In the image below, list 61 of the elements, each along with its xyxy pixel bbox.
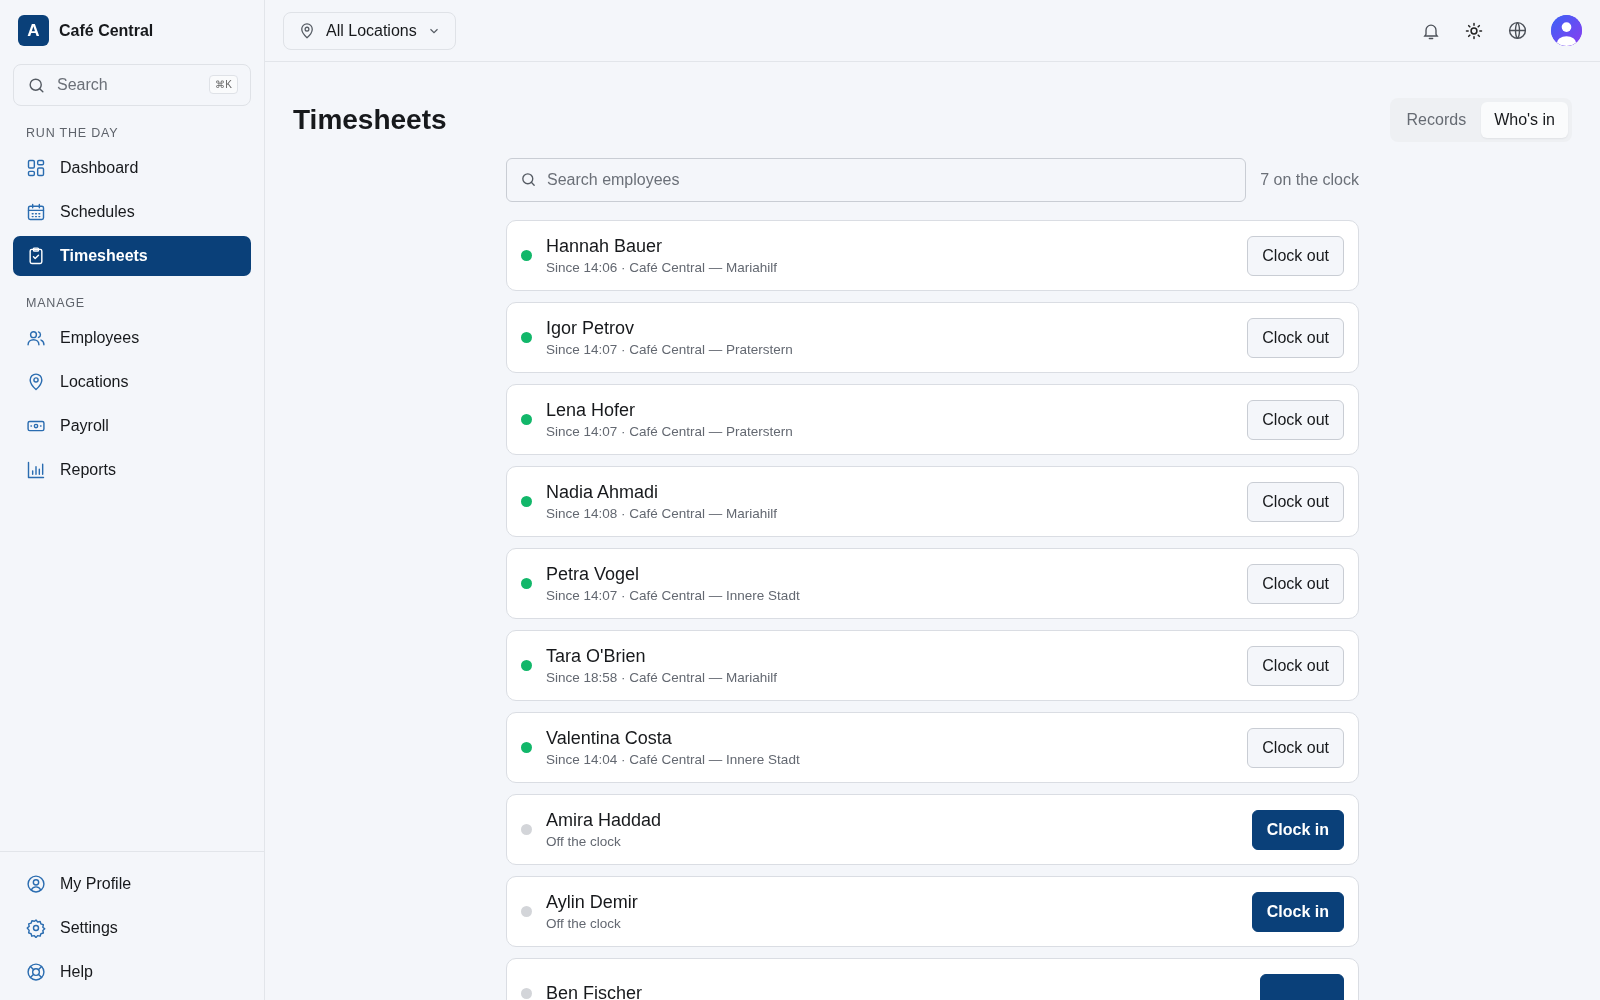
sun-icon[interactable] — [1464, 20, 1484, 41]
section-heading: MANAGE — [25, 296, 86, 310]
bar-chart-icon — [26, 460, 46, 480]
sidebar-item[interactable]: Locations — [13, 362, 251, 402]
sidebar-item[interactable]: Help — [13, 952, 251, 992]
shortcut-hint: ⌘K — [209, 75, 238, 94]
employee-name: Valentina Costa — [546, 728, 673, 749]
sidebar-item[interactable]: Employees — [13, 318, 251, 358]
sidebar-item[interactable]: Reports — [13, 450, 251, 490]
sidebar-item[interactable]: Schedules — [13, 192, 251, 232]
employee-search-field[interactable]: Search employees — [506, 158, 1247, 202]
clipboard-icon — [26, 246, 46, 266]
clock-out-button[interactable]: Clock out — [1247, 481, 1344, 522]
brand-name: Café Central — [59, 21, 154, 40]
employee-name: Lena Hofer — [546, 400, 637, 421]
clock-out-button[interactable]: Clock out — [1247, 645, 1344, 686]
employee-name: Petra Vogel — [546, 564, 641, 585]
clock-out-button[interactable]: Clock out — [1247, 317, 1344, 358]
location-dropdown[interactable]: All Locations — [283, 11, 456, 50]
shift-details: Since 14:06 · Café Central — Mariahilf — [546, 260, 779, 275]
view-tab[interactable]: Records — [1393, 102, 1480, 138]
app-logo: A — [18, 15, 49, 46]
clock-in-button[interactable]: Clock in — [1251, 809, 1344, 850]
page-title: Timesheets — [293, 104, 447, 136]
lifebuoy-icon — [26, 962, 46, 982]
sidebar-item[interactable]: My Profile — [13, 864, 251, 904]
shift-details: Since 14:07 · Café Central — Praterstern — [546, 424, 794, 439]
clock-out-button[interactable]: Clock out — [1247, 727, 1344, 768]
clock-in-button[interactable]: Clock in — [1251, 891, 1344, 932]
user-avatar[interactable] — [1551, 15, 1582, 46]
shift-details: Since 14:07 · Café Central — Praterstern — [546, 342, 794, 357]
employee-name: Amira Haddad — [546, 810, 663, 831]
sidebar-item[interactable]: Settings — [13, 908, 251, 948]
employee-name: Ben Fischer — [546, 983, 644, 1000]
shift-details: Since 14:07 · Café Central — Innere Stadt — [546, 588, 801, 603]
status-text: Off the clock — [546, 916, 622, 931]
employee-name: Tara O'Brien — [546, 646, 647, 667]
user-circle-icon — [26, 874, 46, 894]
people-icon — [26, 328, 46, 348]
clock-out-button[interactable]: Clock out — [1247, 235, 1344, 276]
shift-details: Since 14:08 · Café Central — Mariahilf — [546, 506, 779, 521]
globe-icon[interactable] — [1507, 20, 1528, 41]
on-clock-count: 7 on the clock — [1260, 171, 1359, 189]
settings-icon — [26, 918, 46, 938]
view-tab[interactable]: Who's in — [1481, 102, 1568, 138]
shift-details: Since 18:58 · Café Central — Mariahilf — [546, 670, 779, 685]
calendar-icon — [26, 202, 46, 222]
employee-name: Nadia Ahmadi — [546, 482, 660, 503]
employee-name: Aylin Demir — [546, 892, 639, 913]
clock-out-button[interactable]: Clock out — [1247, 563, 1344, 604]
clock-out-button[interactable]: Clock out — [1247, 399, 1344, 440]
sidebar-item[interactable]: Timesheets — [13, 236, 251, 276]
dashboard-icon — [26, 158, 46, 178]
location-pin-icon — [298, 21, 316, 40]
status-text: Off the clock — [546, 834, 622, 849]
sidebar-item[interactable]: Dashboard — [13, 148, 251, 188]
employee-name: Igor Petrov — [546, 318, 636, 339]
sidebar-item[interactable]: Payroll — [13, 406, 251, 446]
employee-name: Hannah Bauer — [546, 236, 664, 257]
shift-details: Since 14:04 · Café Central — Innere Stadt — [546, 752, 801, 767]
section-heading: RUN THE DAY — [25, 126, 120, 140]
